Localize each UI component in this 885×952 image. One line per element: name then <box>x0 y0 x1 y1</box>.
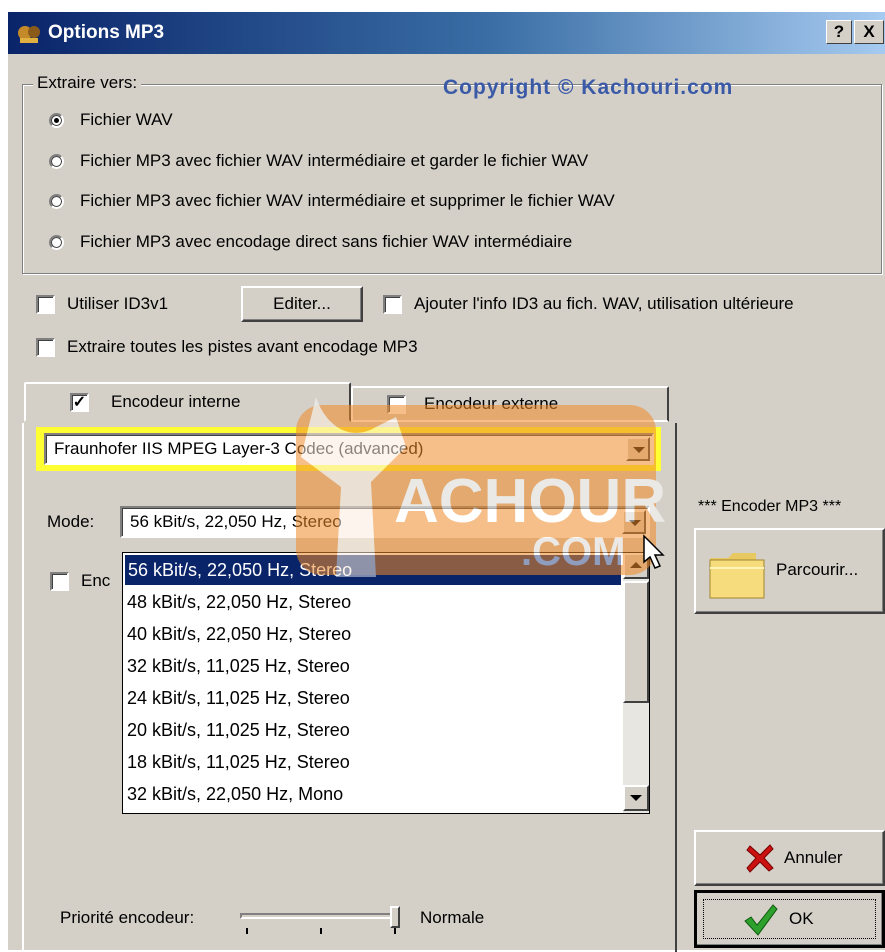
use-id3v1-label: Utiliser ID3v1 <box>67 294 169 313</box>
ok-button[interactable]: OK <box>694 890 885 948</box>
radio-wav-label: Fichier WAV <box>80 110 173 129</box>
radio-mp3-keep-wav[interactable]: Fichier MP3 avec fichier WAV intermédiai… <box>49 148 588 174</box>
list-item[interactable]: 32 kBit/s, 22,050 Hz, Mono <box>127 779 343 809</box>
priority-slider[interactable] <box>240 906 408 934</box>
slider-tick <box>394 928 396 934</box>
radio-mp3-delete-wav-label: Fichier MP3 avec fichier WAV intermédiai… <box>80 191 615 210</box>
list-item[interactable]: 48 kBit/s, 22,050 Hz, Stereo <box>127 587 351 617</box>
tab-external-label: Encodeur externe <box>424 394 559 413</box>
mode-label: Mode: <box>47 512 95 531</box>
priority-label: Priorité encodeur: <box>60 908 195 927</box>
radio-button-icon[interactable] <box>49 193 64 209</box>
radio-wav[interactable]: Fichier WAV <box>49 107 173 133</box>
encoder-mp3-label: *** Encoder MP3 *** <box>698 498 842 515</box>
folder-icon <box>709 553 765 599</box>
edit-button[interactable]: Editer... <box>241 286 363 322</box>
checkmark-icon <box>744 904 778 936</box>
radio-button-icon[interactable] <box>49 234 64 250</box>
scroll-down-icon[interactable] <box>623 785 649 811</box>
mode-dropdown-list[interactable]: 56 kBit/s, 22,050 Hz, Stereo 48 kBit/s, … <box>122 552 650 814</box>
checkbox-icon[interactable] <box>383 294 402 314</box>
radio-mp3-keep-wav-label: Fichier MP3 avec fichier WAV intermédiai… <box>80 151 589 170</box>
chevron-down-icon[interactable] <box>622 510 646 534</box>
use-id3v1-checkbox[interactable]: Utiliser ID3v1 <box>36 291 168 317</box>
help-button[interactable]: ? <box>826 20 852 44</box>
scroll-thumb[interactable] <box>623 581 649 703</box>
ok-button-label: OK <box>789 909 814 928</box>
extract-to-group: Extraire vers: Copyright © Kachouri.com … <box>22 73 882 274</box>
extract-all-label: Extraire toutes les pistes avant encodag… <box>67 337 418 356</box>
slider-tick <box>320 928 322 934</box>
close-icon <box>746 844 774 873</box>
options-mp3-dialog: Options MP3 ? X Extraire vers: Copyright… <box>6 10 885 952</box>
title-bar: Options MP3 ? X <box>8 12 885 54</box>
add-id3-wav-checkbox[interactable]: Ajouter l'info ID3 au fich. WAV, utilisa… <box>383 291 794 317</box>
cancel-button[interactable]: Annuler <box>694 830 885 886</box>
checkbox-icon[interactable] <box>50 571 69 591</box>
slider-track <box>240 913 400 919</box>
radio-button-icon[interactable] <box>49 112 64 128</box>
slider-thumb[interactable] <box>390 906 400 928</box>
mode-selected-value: 56 kBit/s, 22,050 Hz, Stereo <box>130 512 342 531</box>
partial-encoder-label: Enc <box>81 571 111 590</box>
list-item[interactable]: 40 kBit/s, 22,050 Hz, Stereo <box>127 619 351 649</box>
checkbox-icon[interactable] <box>36 294 55 314</box>
partial-encoder-checkbox[interactable]: Enc <box>50 568 110 594</box>
tab-internal-encoder[interactable]: ✓ Encodeur interne <box>24 382 351 422</box>
list-scrollbar[interactable] <box>623 553 649 813</box>
extract-group-label: Extraire vers: <box>33 73 142 93</box>
cancel-button-label: Annuler <box>784 848 843 867</box>
list-item[interactable]: 32 kBit/s, 11,025 Hz, Stereo <box>127 651 350 681</box>
mouse-pointer-icon <box>643 534 665 569</box>
list-item[interactable]: 24 kBit/s, 11,025 Hz, Stereo <box>127 683 350 713</box>
tab-internal-label: Encodeur interne <box>111 392 241 411</box>
checkbox-icon[interactable] <box>36 337 55 357</box>
radio-mp3-direct-label: Fichier MP3 avec encodage direct sans fi… <box>80 232 573 251</box>
app-icon <box>18 26 40 43</box>
radio-button-icon[interactable] <box>49 153 64 169</box>
checkbox-icon[interactable] <box>387 394 406 414</box>
mode-select[interactable]: 56 kBit/s, 22,050 Hz, Stereo <box>120 506 650 538</box>
codec-select[interactable]: Fraunhofer IIS MPEG Layer-3 Codec (advan… <box>44 433 654 465</box>
extract-all-checkbox[interactable]: Extraire toutes les pistes avant encodag… <box>36 334 418 360</box>
list-item[interactable]: 18 kBit/s, 11,025 Hz, Stereo <box>127 747 350 777</box>
list-item[interactable]: 56 kBit/s, 22,050 Hz, Stereo <box>125 555 621 585</box>
browse-button-label: Parcourir... <box>776 560 859 579</box>
priority-value-label: Normale <box>420 908 485 927</box>
add-id3-wav-label: Ajouter l'info ID3 au fich. WAV, utilisa… <box>414 294 794 313</box>
close-button[interactable]: X <box>854 20 884 44</box>
checkbox-checked-icon[interactable]: ✓ <box>70 392 89 412</box>
list-item[interactable]: 20 kBit/s, 11,025 Hz, Stereo <box>127 715 350 745</box>
radio-mp3-delete-wav[interactable]: Fichier MP3 avec fichier WAV intermédiai… <box>49 188 615 214</box>
browse-button[interactable]: Parcourir... <box>694 528 885 614</box>
chevron-down-icon[interactable] <box>626 437 650 461</box>
codec-selected-value: Fraunhofer IIS MPEG Layer-3 Codec (advan… <box>54 439 424 458</box>
copyright-text: Copyright © Kachouri.com <box>443 76 734 99</box>
tab-external-encoder[interactable]: Encodeur externe <box>351 386 669 422</box>
window-title: Options MP3 <box>48 22 165 43</box>
slider-tick <box>246 928 248 934</box>
radio-mp3-direct[interactable]: Fichier MP3 avec encodage direct sans fi… <box>49 229 572 255</box>
